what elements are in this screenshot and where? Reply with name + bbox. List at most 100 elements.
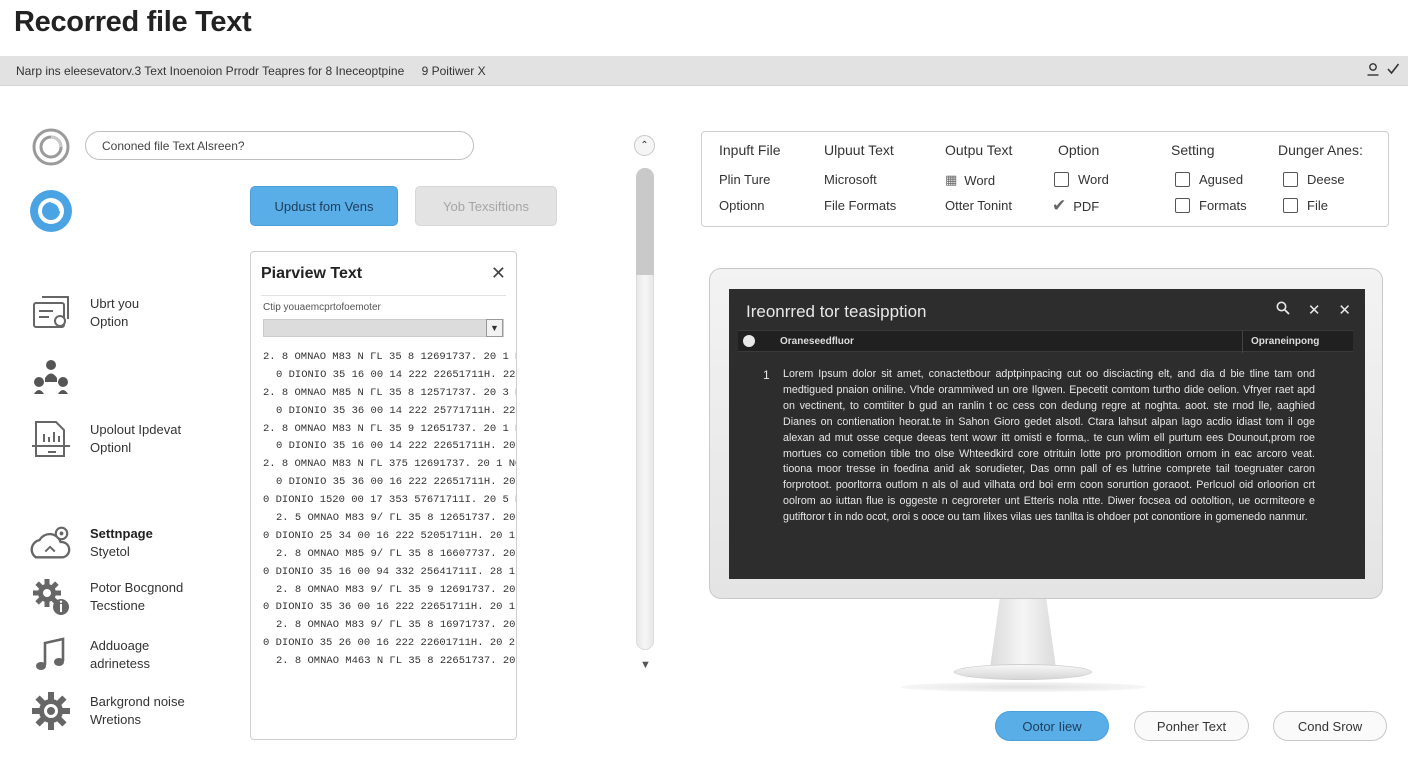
close-icon[interactable]: ✕ — [1308, 301, 1321, 319]
line-number: 1 — [763, 368, 770, 382]
checkbox-box[interactable] — [1283, 198, 1298, 213]
close-icon[interactable]: ✕ — [491, 263, 506, 284]
close-icon[interactable]: ✕ — [1338, 301, 1351, 319]
option-label: Formats — [1199, 198, 1247, 213]
option-pdf-checked[interactable]: ✔ PDF — [1052, 196, 1099, 216]
sidebar-item-upload-update[interactable]: Upolout Ipdevat Optionl — [30, 418, 181, 460]
option-label: PDF — [1073, 198, 1100, 214]
word-file-icon: ▦ — [945, 172, 958, 187]
sidebar-item-sublabel: Styetol — [90, 544, 130, 559]
checkbox-agused[interactable]: Agused — [1175, 172, 1243, 187]
transcription-screen: Ireonrred tor teasipption ✕ ✕ Oraneseedf… — [729, 289, 1365, 579]
info-description: Narp ins eleesevatorv.3 Text Inoenoion P… — [16, 64, 405, 78]
preview-line: 0 DIONIO 35 36 00 14 222 25771711Η. 22 3… — [276, 404, 516, 417]
sidebar-item-color-background[interactable]: Potor Bocgnond Tecstione — [30, 576, 183, 618]
scroll-down-icon[interactable]: ▼ — [640, 659, 651, 671]
options-header: Inpuft File — [719, 142, 781, 158]
preview-title: Piarview Text — [261, 264, 363, 282]
gear-info-icon — [30, 576, 72, 618]
checkbox-box[interactable] — [1054, 172, 1069, 187]
sidebar-item-settings-page[interactable]: Settnpage Styetol — [30, 522, 153, 564]
options-header: Dunger Anes: — [1278, 142, 1363, 158]
info-bar: Narp ins eleesevatorv.3 Text Inoenoion P… — [0, 56, 1408, 86]
options-header: Ulpuut Text — [824, 142, 894, 158]
monitor-frame: Ireonrred tor teasipption ✕ ✕ Oraneseedf… — [709, 268, 1383, 599]
option-word-format[interactable]: ▦ Word — [945, 172, 995, 188]
cloud-settings-icon — [30, 522, 72, 564]
preview-line: 2. 8 OMNAO M83 Ν ΓL 35 9 12651737. 20 1 … — [263, 422, 517, 435]
chevron-down-icon[interactable]: ▼ — [486, 319, 503, 337]
option-label: Word — [1078, 172, 1109, 187]
upload-button[interactable]: Updust fom Vens — [250, 186, 398, 226]
search-icon[interactable] — [1276, 301, 1290, 319]
preview-line: 0 DIONIO 35 36 00 16 222 22651711Η. 20 1… — [276, 476, 516, 489]
sidebar-item-label: Upolout Ipdevat — [90, 422, 182, 437]
sync-icon — [28, 188, 74, 234]
preview-line: 2. 8 OMNAO M83 Ν ΓL 375 12691737. 20 1 N… — [263, 458, 517, 471]
option-text: Optionn — [719, 198, 765, 213]
option-text: Plin Ture — [719, 172, 771, 187]
transcription-text: Lorem Ipsum dolor sit amet, conactetbour… — [783, 368, 1315, 524]
checkbox-file[interactable]: File — [1283, 198, 1328, 213]
checkbox-word[interactable]: Word — [1054, 172, 1109, 187]
document-edit-icon — [30, 292, 72, 334]
action-button-secondary[interactable]: Ponher Text — [1134, 711, 1249, 741]
options-header: Outpu Text — [945, 142, 1013, 158]
sidebar-item-label: Potor Bocgnond — [90, 580, 184, 595]
option-text: Otter Tonint — [945, 198, 1012, 213]
gear-icon — [30, 690, 72, 732]
transcription-title: Ireonrred tor teasipption — [746, 302, 927, 321]
preview-panel: Piarview Text ✕ Ctip youaemcprtofoemoter… — [250, 251, 517, 740]
sidebar-item-audio[interactable]: Adduoage adrinetess — [30, 634, 150, 676]
preview-line: 2. 8 OMNAO M85 9/ ΓL 35 8 16607737. 20 1… — [276, 547, 516, 560]
option-label: Deese — [1307, 172, 1345, 187]
checkbox-formats[interactable]: Formats — [1175, 198, 1247, 213]
preview-line: 2. 8 OMNAO M85 Ν ΓL 35 8 12571737. 20 3 … — [263, 386, 517, 399]
info-extra: 9 Poitiwer X — [421, 64, 486, 78]
checkbox-deese[interactable]: Deese — [1283, 172, 1345, 187]
transcriptions-button[interactable]: Yob Texsiftions — [415, 186, 557, 226]
sidebar-item-label: Adduoage — [90, 638, 150, 653]
scroll-up-icon[interactable]: ⌃ — [634, 135, 655, 156]
preview-line: 2. 5 OMNAO M83 9/ ΓL 35 8 12651737. 20 1… — [276, 512, 516, 525]
speaker-icon — [743, 335, 755, 347]
preview-line: 0 DIONIO 35 36 00 16 222 22651711Η. 20 1… — [263, 601, 517, 614]
preview-select[interactable]: ▼ — [263, 319, 504, 337]
sidebar-item-speaker[interactable] — [30, 356, 72, 398]
sidebar-item-sublabel: adrinetess — [90, 656, 150, 671]
preview-line: 0 DIONIO 35 26 00 16 222 22601711Η. 20 2… — [263, 637, 517, 650]
scroll-thumb[interactable] — [636, 168, 654, 275]
option-text: File Formats — [824, 198, 897, 213]
preview-line: 2. 8 OMNAO M83 9/ ΓL 35 9 12691737. 20 1… — [276, 583, 516, 596]
action-button-primary[interactable]: Ootor Iiew — [995, 711, 1109, 741]
preview-line: 2. 8 OMNAO M463 Ν ΓL 35 8 22651737. 20 1… — [276, 655, 516, 668]
music-note-icon — [30, 634, 72, 676]
option-text: Microsoft — [824, 172, 877, 187]
preview-line: 0 DIONIO 35 16 00 94 332 25641711Ι. 28 1… — [263, 565, 517, 578]
sidebar-item-background-noise[interactable]: Barkgrond noise Wretions — [30, 690, 185, 732]
preview-line: 0 DIONIO 25 34 00 16 222 52051711Η. 20 1… — [263, 529, 517, 542]
sidebar-item-input-option[interactable]: Ubrt you Option — [30, 292, 139, 334]
sidebar-item-sublabel: Option — [90, 314, 129, 329]
preview-lines: 2. 8 OMNAO M83 Ν ΓL 35 8 12691737. 20 1 … — [251, 349, 516, 671]
format-options-panel: Inpuft File Ulpuut Text Outpu Text Optio… — [701, 131, 1389, 227]
action-button-tertiary[interactable]: Cond Srow — [1273, 711, 1387, 741]
preview-line: 0 DIONIO 35 16 00 14 222 22651711Η. 22 1… — [276, 368, 516, 381]
options-header: Setting — [1171, 142, 1215, 158]
sidebar-item-sublabel: Optionl — [90, 440, 132, 455]
check-icon[interactable] — [1386, 62, 1400, 79]
search-input[interactable] — [85, 131, 474, 160]
checkbox-box[interactable] — [1175, 172, 1190, 187]
file-chart-icon — [30, 418, 72, 460]
preview-line: 0 DIONIO 35 16 00 14 222 22651711Η. 20 1… — [276, 440, 516, 453]
user-icon[interactable] — [1366, 62, 1380, 79]
transcription-header-row: Oraneseedfluor Opraneinpong — [738, 330, 1353, 353]
checkbox-box[interactable] — [1175, 198, 1190, 213]
sidebar-item-label: Ubrt you — [90, 296, 140, 311]
record-toggle[interactable] — [30, 126, 72, 168]
checkbox-box[interactable] — [1283, 172, 1298, 187]
active-mode-button[interactable] — [28, 188, 74, 234]
vertical-scrollbar[interactable]: ⌃ ▼ — [634, 135, 656, 675]
monitor-shadow — [900, 682, 1146, 692]
people-icon — [30, 356, 72, 398]
